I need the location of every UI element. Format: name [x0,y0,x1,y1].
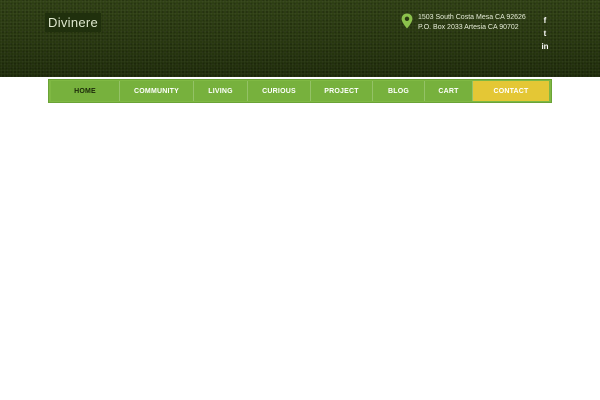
address-line-1: 1503 South Costa Mesa CA 92626 [418,14,526,21]
site-logo[interactable]: Divinere [45,13,102,32]
nav-item-living[interactable]: LIVING [194,81,248,101]
twitter-icon[interactable]: t [539,27,551,40]
social-links: f t in [539,14,551,53]
linkedin-icon[interactable]: in [539,40,551,53]
map-pin-icon [401,13,413,29]
nav-item-cart[interactable]: CART [425,81,473,101]
nav-bar: HOME COMMUNITY LIVING CURIOUS PROJECT BL… [51,81,549,101]
nav-item-blog[interactable]: BLOG [373,81,425,101]
facebook-icon[interactable]: f [539,14,551,27]
contact-address: 1503 South Costa Mesa CA 92626 P.O. Box … [418,13,526,32]
nav-item-project[interactable]: PROJECT [311,81,373,101]
nav-item-home[interactable]: HOME [51,81,120,101]
site-header: Divinere 1503 South Costa Mesa CA 92626 … [0,0,600,77]
address-line-2: P.O. Box 2033 Artesia CA 90702 [418,23,519,31]
main-navigation: HOME COMMUNITY LIVING CURIOUS PROJECT BL… [48,79,552,103]
nav-item-community[interactable]: COMMUNITY [120,81,194,101]
nav-item-contact[interactable]: CONTACT [473,81,549,101]
nav-item-curious[interactable]: CURIOUS [248,81,311,101]
